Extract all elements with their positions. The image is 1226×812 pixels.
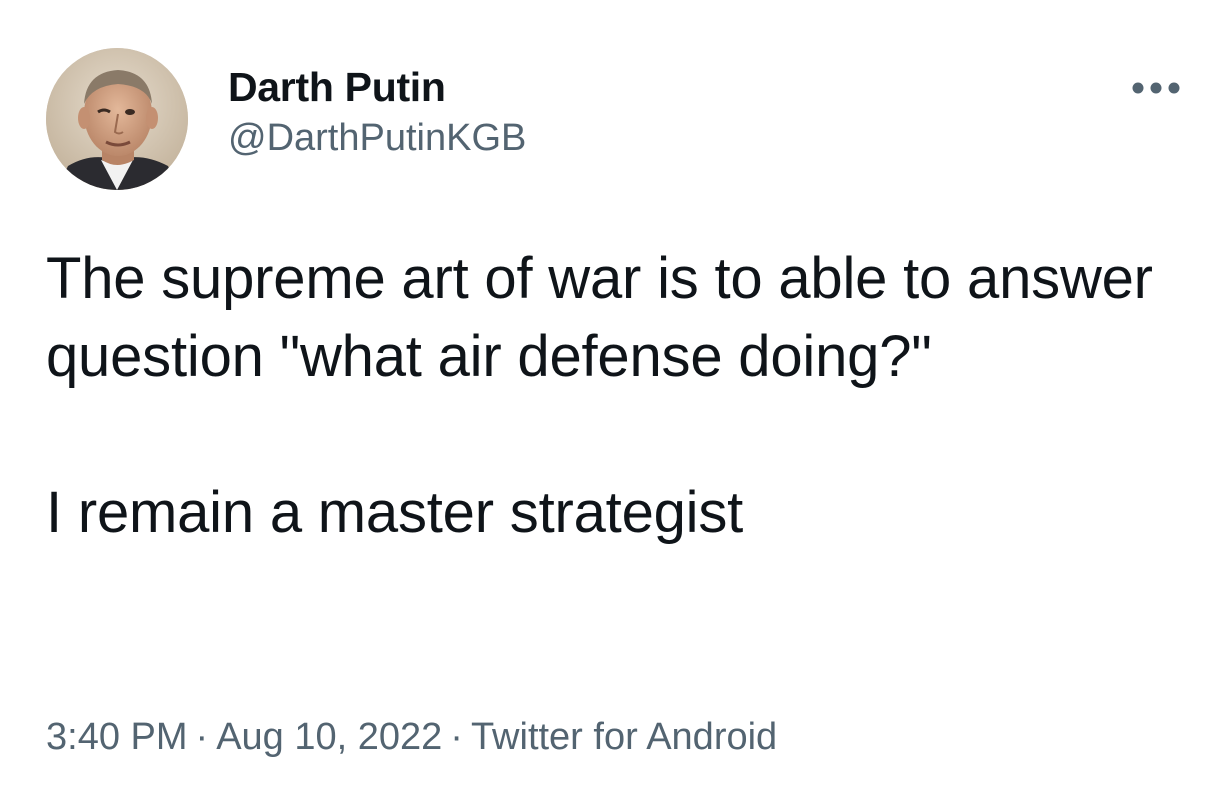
author-handle[interactable]: @DarthPutinKGB — [228, 115, 526, 161]
avatar[interactable] — [46, 48, 188, 190]
meta-separator: · — [450, 716, 463, 758]
meta-separator: · — [195, 716, 209, 758]
author-display-name[interactable]: Darth Putin — [228, 62, 526, 112]
tweet-date[interactable]: Aug 10, 2022 — [216, 716, 442, 758]
author-block: Darth Putin @DarthPutinKGB — [228, 62, 526, 161]
profile-photo-icon — [46, 48, 188, 190]
more-options-button[interactable] — [1124, 70, 1188, 106]
tweet-time[interactable]: 3:40 PM — [46, 716, 188, 758]
tweet-source[interactable]: Twitter for Android — [471, 716, 777, 758]
tweet-paragraph: The supreme art of war is to able to ans… — [46, 246, 1153, 389]
tweet-meta: 3:40 PM · Aug 10, 2022 · Twitter for Android — [46, 712, 777, 762]
tweet-paragraph: I remain a master strategist — [46, 480, 744, 545]
more-horizontal-icon — [1132, 82, 1180, 94]
tweet-text: The supreme art of war is to able to ans… — [46, 240, 1186, 552]
tweet-card: Darth Putin @DarthPutinKGB The supreme a… — [0, 0, 1226, 812]
